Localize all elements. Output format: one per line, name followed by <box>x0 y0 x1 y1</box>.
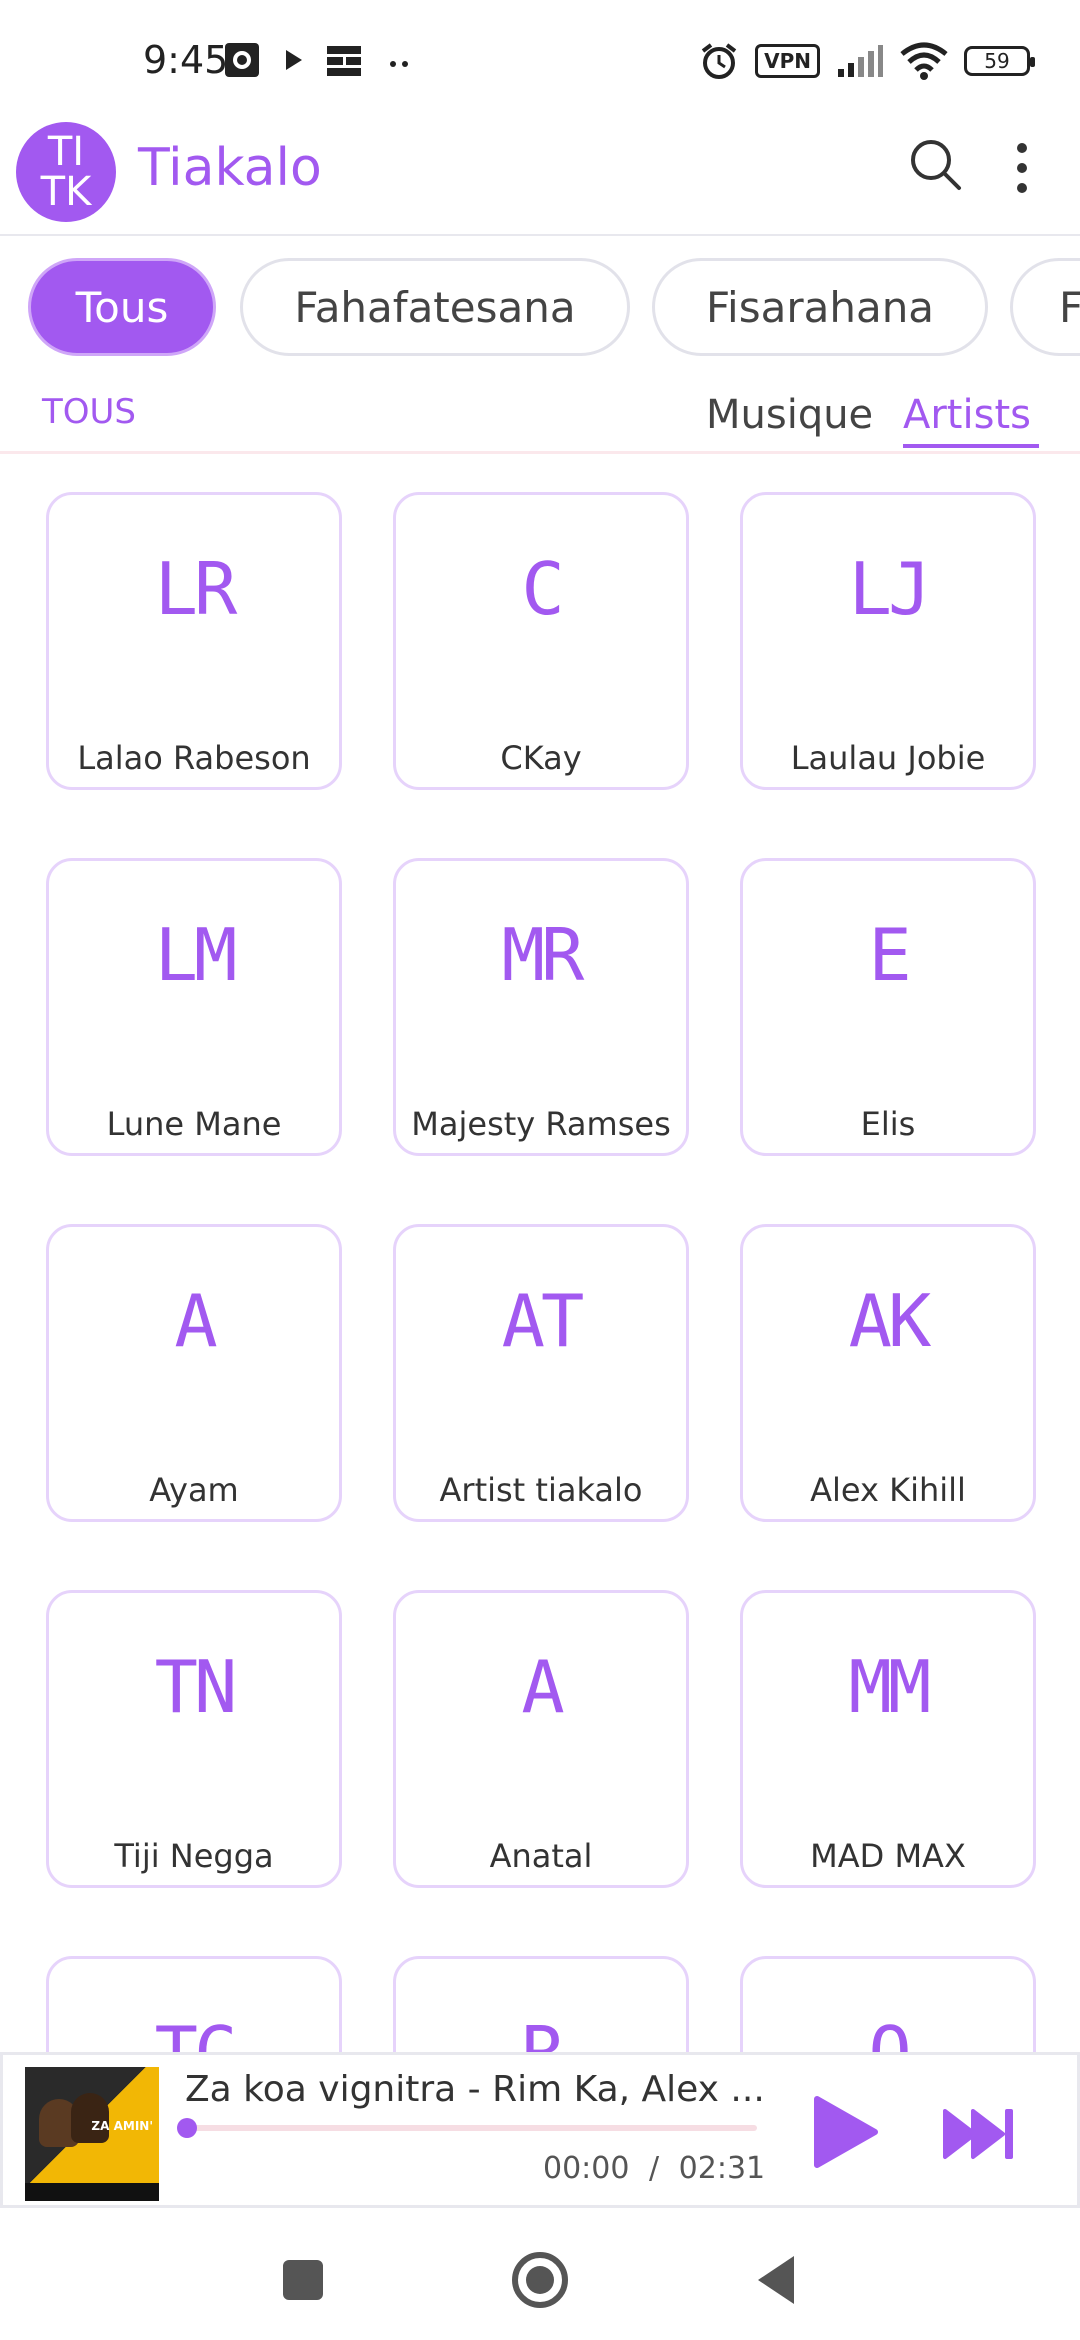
artist-card[interactable]: C CKay <box>393 492 689 790</box>
artist-card[interactable]: A Anatal <box>393 1590 689 1888</box>
artist-initials: A <box>174 1279 217 1363</box>
logo-bottom-text: TK <box>40 169 92 215</box>
app-bar: TI TK Tiakalo <box>0 110 1080 236</box>
artist-initials: LR <box>154 547 238 631</box>
time-separator: / <box>649 2151 660 2186</box>
artist-name: MAD MAX <box>810 1837 966 1875</box>
artist-initials: AK <box>848 1279 932 1363</box>
chip-partial[interactable]: F <box>1010 258 1080 356</box>
artist-initials: E <box>868 913 911 997</box>
artist-initials: MR <box>501 913 585 997</box>
artists-grid: LR Lalao Rabeson C CKay LJ Laulau Jobie … <box>0 456 1080 2052</box>
play-icon[interactable] <box>811 2093 881 2171</box>
artist-name: Majesty Ramses <box>411 1105 671 1143</box>
app-logo[interactable]: TI TK <box>16 122 116 222</box>
artist-card[interactable]: MM MAD MAX <box>740 1590 1036 1888</box>
wifi-icon <box>900 42 948 80</box>
artist-initials: TN <box>154 1645 238 1729</box>
tab-active-indicator <box>903 444 1039 448</box>
category-chips: Tous Fahafatesana Fisarahana F <box>0 258 1080 362</box>
artist-card[interactable]: R <box>393 1956 689 2052</box>
artist-card[interactable]: TN Tiji Negga <box>46 1590 342 1888</box>
more-dots-icon <box>390 61 408 67</box>
status-bar: 9:45 VPN 59 <box>0 0 1080 110</box>
album-bar <box>25 2183 159 2201</box>
artist-card[interactable]: LJ Laulau Jobie <box>740 492 1036 790</box>
logo-top-text: TI <box>47 129 85 175</box>
tab-artists[interactable]: Artists <box>903 392 1031 438</box>
filter-row: TOUS Musique Artists <box>0 382 1080 454</box>
artist-card[interactable]: LR Lalao Rabeson <box>46 492 342 790</box>
album-figure-2 <box>71 2093 109 2143</box>
artist-name: Alex Kihill <box>810 1471 966 1509</box>
system-nav-bar <box>0 2208 1080 2340</box>
artist-card[interactable]: TC <box>46 1956 342 2052</box>
mini-player[interactable]: ZA AMIN' Za koa vignitra - Rim Ka, Alex … <box>0 2052 1080 2208</box>
duration: 02:31 <box>678 2151 766 2186</box>
vpn-icon: VPN <box>755 44 820 78</box>
artist-initials: LJ <box>848 547 932 631</box>
artist-card[interactable]: E Elis <box>740 858 1036 1156</box>
artist-initials: C <box>521 547 564 631</box>
album-text: ZA AMIN' <box>91 2119 153 2133</box>
chip-tous[interactable]: Tous <box>28 258 216 356</box>
artist-initials: O <box>743 2011 1033 2052</box>
play-store-icon <box>286 50 302 70</box>
artist-name: Artist tiakalo <box>439 1471 643 1509</box>
back-triangle-icon[interactable] <box>758 2256 794 2304</box>
alarm-icon <box>701 43 737 79</box>
artist-name: Ayam <box>149 1471 239 1509</box>
artist-name: Tiji Negga <box>114 1837 274 1875</box>
album-art[interactable]: ZA AMIN' <box>25 2067 159 2201</box>
screenshot-icon <box>225 43 259 77</box>
artist-card[interactable]: A Ayam <box>46 1224 342 1522</box>
artist-name: Lune Mane <box>106 1105 282 1143</box>
more-vertical-icon[interactable] <box>1005 138 1039 198</box>
artist-card[interactable]: O <box>740 1956 1036 2052</box>
artist-card[interactable]: MR Majesty Ramses <box>393 858 689 1156</box>
artist-name: Laulau Jobie <box>790 739 986 777</box>
search-icon[interactable] <box>905 134 965 194</box>
progress-slider[interactable] <box>177 2118 757 2138</box>
app-title: Tiakalo <box>138 138 322 198</box>
app-screen: 9:45 VPN 59 TI TK Tiakalo Tous Fahafates… <box>0 0 1080 2340</box>
artist-card[interactable]: AT Artist tiakalo <box>393 1224 689 1522</box>
artist-initials: LM <box>154 913 238 997</box>
signal-icon <box>838 45 883 77</box>
artist-name: Lalao Rabeson <box>77 739 311 777</box>
home-circle-icon[interactable] <box>512 2252 568 2308</box>
artist-initials: MM <box>848 1645 932 1729</box>
status-right-cluster: VPN 59 <box>699 40 1035 82</box>
battery-icon: 59 <box>964 46 1035 76</box>
time-row: 00:00 / 02:31 <box>543 2151 765 2186</box>
artist-initials: TC <box>49 2011 339 2052</box>
tab-musique[interactable]: Musique <box>706 392 873 438</box>
grid-app-icon <box>327 46 361 76</box>
artist-initials: AT <box>501 1279 585 1363</box>
artist-card[interactable]: LM Lune Mane <box>46 858 342 1156</box>
artist-name: CKay <box>500 739 582 777</box>
recents-square-icon[interactable] <box>283 2260 323 2300</box>
skip-next-icon[interactable] <box>941 2105 1017 2163</box>
artist-name: Anatal <box>489 1837 593 1875</box>
artist-initials: A <box>521 1645 564 1729</box>
current-time: 00:00 <box>543 2151 630 2186</box>
artist-card[interactable]: AK Alex Kihill <box>740 1224 1036 1522</box>
artist-name: Elis <box>860 1105 916 1143</box>
progress-knob[interactable] <box>177 2118 197 2138</box>
status-time: 9:45 <box>143 38 229 82</box>
artist-initials: R <box>396 2011 686 2052</box>
chip-fisarahana[interactable]: Fisarahana <box>652 258 988 356</box>
chip-fahafatesana[interactable]: Fahafatesana <box>240 258 630 356</box>
filter-label: TOUS <box>42 392 136 432</box>
track-title: Za koa vignitra - Rim Ka, Alex ... <box>185 2069 765 2110</box>
